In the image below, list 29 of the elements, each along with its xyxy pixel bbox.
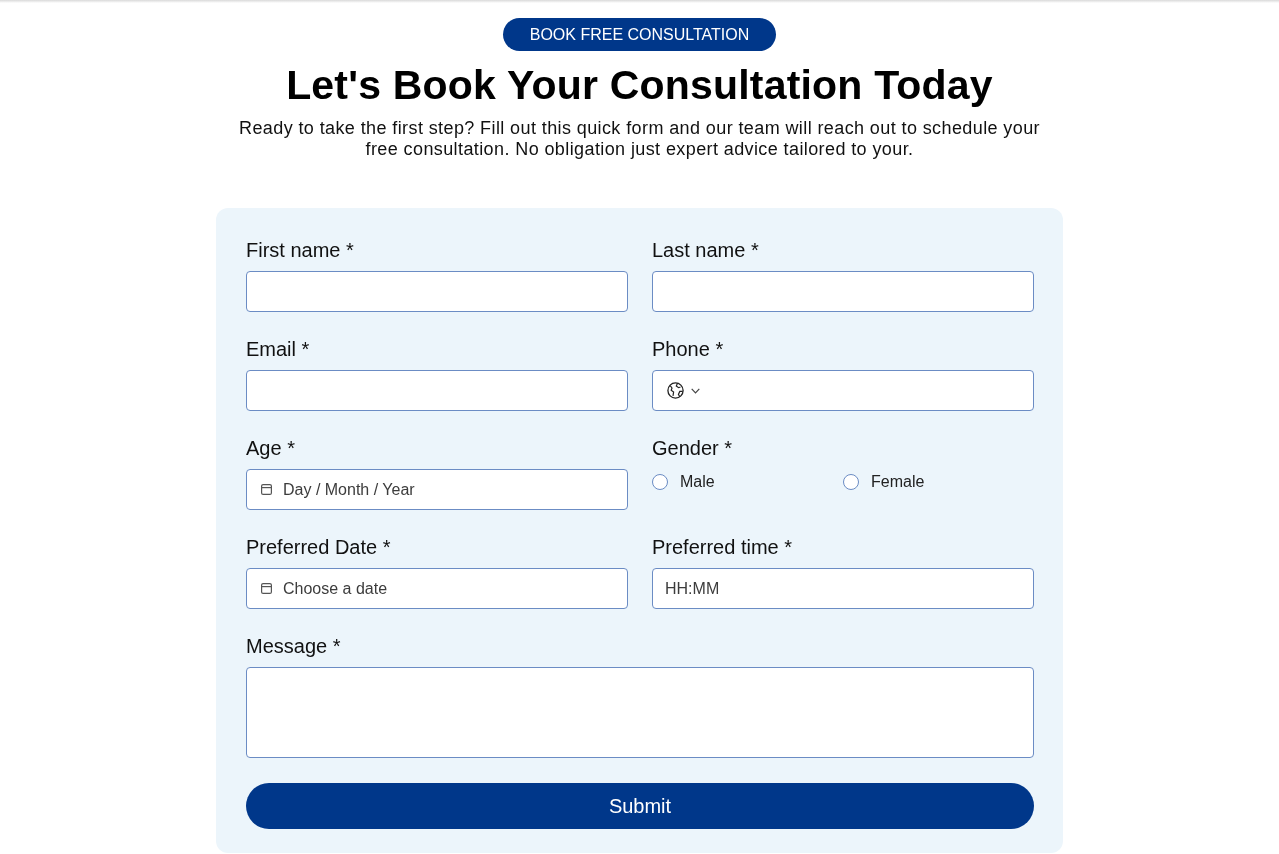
text-field[interactable] (246, 271, 628, 312)
date-field[interactable]: Day / Month / Year (246, 469, 628, 510)
page-heading: Let's Book Your Consultation Today (286, 61, 993, 110)
chevron-down-icon[interactable] (691, 387, 700, 394)
calendar-icon (261, 484, 272, 495)
text-field[interactable]: HH:MM (652, 568, 1034, 609)
radio-label: Male (680, 473, 715, 491)
message-field[interactable] (246, 667, 1034, 758)
phone-field[interactable] (652, 370, 1034, 411)
radio-label: Female (871, 473, 925, 491)
field-label: Gender * (652, 436, 733, 460)
text-field[interactable] (652, 271, 1034, 312)
consultation-badge: BOOK FREE CONSULTATION (502, 18, 777, 51)
radio-button[interactable] (652, 474, 668, 490)
intro-text: Ready to take the first step? Fill out this quick form and our team will reach out to schedule your free consultation. No obligation just expert advice tailored to your. (238, 118, 1041, 160)
date-field[interactable]: Choose a date (246, 568, 628, 609)
text-field[interactable] (246, 370, 628, 411)
field-label: First name * (246, 238, 354, 262)
field-label: Last name * (652, 238, 759, 262)
field-label: Email * (246, 337, 310, 361)
field-label: Preferred time * (652, 535, 793, 559)
field-label: Age * (246, 436, 295, 460)
radio-button[interactable] (843, 474, 859, 490)
calendar-icon (261, 583, 272, 594)
globe-icon[interactable] (667, 382, 684, 399)
field-label: Preferred Date * (246, 535, 391, 559)
field-label: Message * (246, 634, 341, 658)
field-label: Phone * (652, 337, 724, 361)
submit-button[interactable]: Submit (246, 783, 1034, 829)
